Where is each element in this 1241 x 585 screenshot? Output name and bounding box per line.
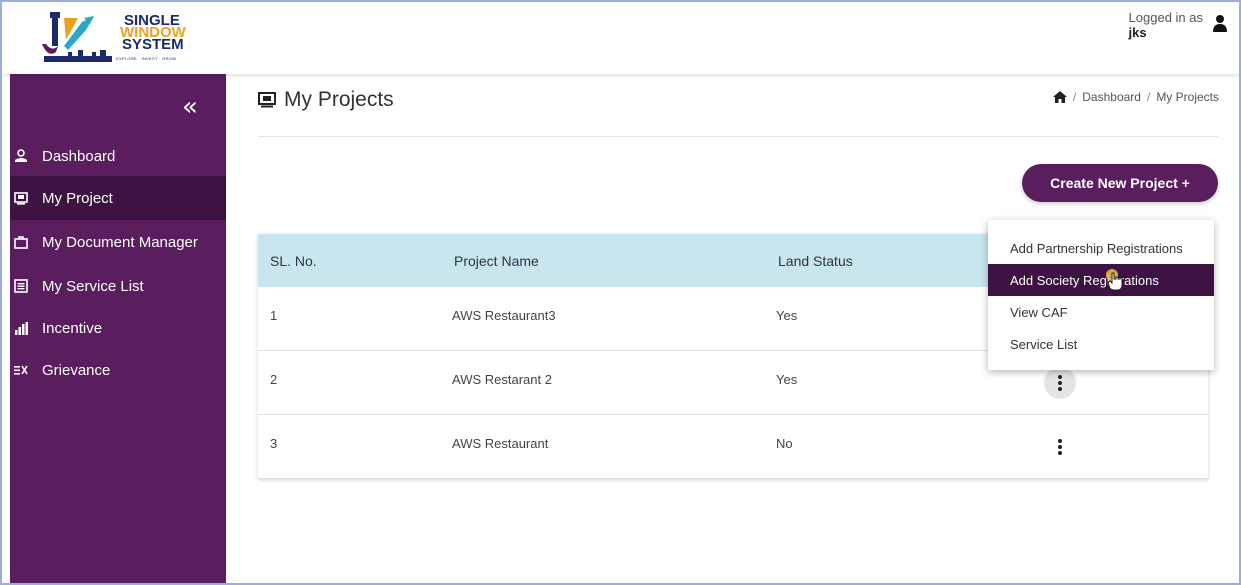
sidebar-item-label: Grievance [42, 361, 111, 379]
list-icon [14, 279, 28, 293]
column-header-land-status: Land Status [778, 253, 853, 269]
home-icon[interactable] [1052, 91, 1067, 103]
row-actions-button[interactable] [1044, 367, 1076, 399]
table-row: 3 AWS Restaurant No [258, 415, 1208, 479]
logged-in-label: Logged in as [1128, 10, 1203, 25]
menu-item-service-list[interactable]: Service List [988, 328, 1214, 360]
login-info[interactable]: Logged in as jks [1129, 10, 1203, 40]
sidebar-item-label: Incentive [42, 319, 103, 337]
breadcrumb-dashboard[interactable]: Dashboard [1082, 90, 1141, 104]
menu-item-label: Add Society Registrations [1010, 272, 1159, 288]
breadcrumb-separator: / [1072, 90, 1077, 104]
sidebar: « Dashboard My Project My Document Manag… [10, 74, 226, 583]
sidebar-item-label: My Project [42, 189, 113, 207]
collapse-sidebar-button[interactable]: « [182, 92, 198, 122]
sidebar-item-my-project[interactable]: My Project [10, 176, 226, 220]
logo-text-system: SYSTEM [122, 36, 184, 53]
menu-item-add-partnership-registrations[interactable]: Add Partnership Registrations [988, 232, 1214, 264]
grievance-icon [14, 365, 28, 375]
cell-land-status: Yes [776, 372, 798, 387]
breadcrumb-my-projects: My Projects [1156, 90, 1219, 104]
sidebar-item-label: My Service List [42, 277, 144, 295]
row-actions-button[interactable] [1044, 431, 1076, 463]
create-new-project-button[interactable]: Create New Project + [1022, 164, 1218, 202]
column-header-sl-no: SL. No. [270, 253, 317, 269]
cell-land-status: No [776, 436, 793, 451]
user-icon[interactable] [1213, 14, 1227, 32]
menu-item-view-caf[interactable]: View CAF [988, 296, 1214, 328]
menu-item-add-society-registrations[interactable]: Add Society Registrations [988, 264, 1214, 296]
cell-project-name: AWS Restaurant3 [452, 308, 556, 323]
title-divider [258, 136, 1218, 137]
page-title-text: My Projects [284, 88, 394, 111]
hand-cursor-icon [1106, 269, 1123, 291]
username: jks [1128, 25, 1147, 40]
sidebar-item-incentive[interactable]: Incentive [10, 306, 226, 350]
sidebar-item-grievance[interactable]: Grievance [10, 348, 226, 392]
cell-sl-no: 1 [270, 308, 278, 323]
sidebar-item-label: My Document Manager [42, 233, 198, 251]
projects-icon [258, 92, 276, 108]
breadcrumb: / Dashboard / My Projects [1052, 90, 1219, 104]
sidebar-item-dashboard[interactable]: Dashboard [10, 134, 226, 178]
sidebar-item-service-list[interactable]: My Service List [10, 264, 226, 308]
main-content: My Projects / Dashboard / My Projects Cr… [226, 74, 1239, 583]
cell-sl-no: 2 [270, 372, 278, 387]
cell-project-name: AWS Restaurant [452, 436, 549, 451]
person-icon [15, 149, 27, 162]
sidebar-item-label: Dashboard [42, 147, 116, 165]
column-header-project-name: Project Name [454, 253, 539, 269]
sidebar-item-document-manager[interactable]: My Document Manager [10, 220, 226, 264]
page-title: My Projects [258, 88, 394, 112]
more-vertical-icon [1058, 375, 1062, 391]
row-actions-menu: Add Partnership Registrations Add Societ… [988, 220, 1214, 370]
logo-mark-icon [42, 12, 112, 62]
cell-project-name: AWS Restarant 2 [452, 372, 552, 387]
more-vertical-icon [1058, 439, 1062, 455]
top-header: SINGLE WINDOW SYSTEM EXPLORE · INVEST · … [2, 2, 1239, 74]
breadcrumb-separator: / [1146, 90, 1151, 104]
projects-icon [14, 192, 28, 205]
cell-land-status: Yes [776, 308, 798, 323]
app-window: SINGLE WINDOW SYSTEM EXPLORE · INVEST · … [0, 0, 1241, 585]
single-window-system-logo[interactable]: SINGLE WINDOW SYSTEM EXPLORE · INVEST · … [38, 8, 208, 70]
bar-chart-icon [15, 322, 28, 335]
cell-sl-no: 3 [270, 436, 278, 451]
briefcase-icon [14, 236, 28, 249]
logo-tagline: EXPLORE · INVEST · GROW [116, 56, 177, 61]
